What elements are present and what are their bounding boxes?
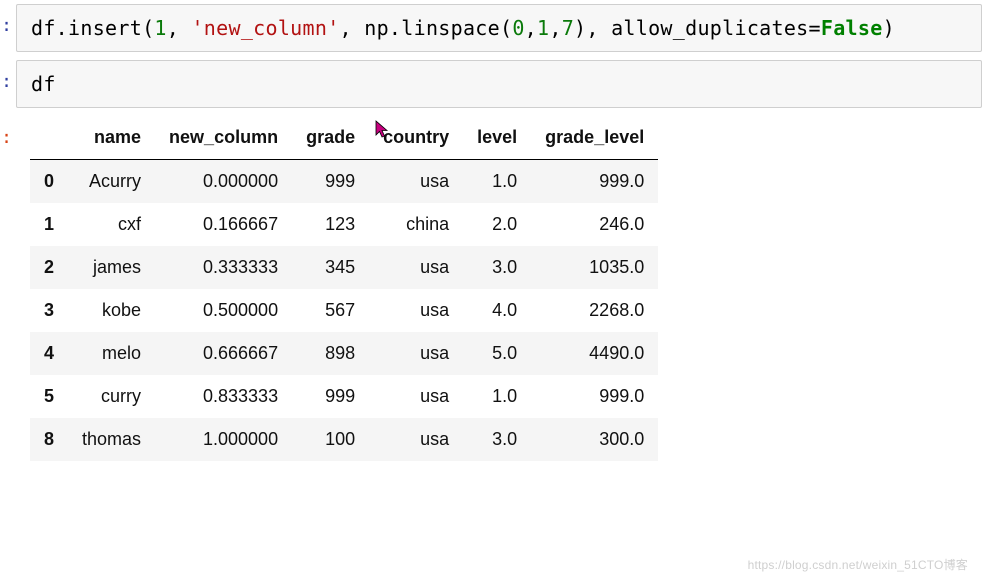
cell-level: 5.0	[463, 332, 531, 375]
watermark-text: https://blog.csdn.net/weixin_51CTO博客	[748, 556, 968, 573]
table-body: 0Acurry0.000000999usa1.0999.01cxf0.16666…	[30, 160, 658, 462]
cell-name: thomas	[68, 418, 155, 461]
in-prompt-1: :	[0, 4, 16, 52]
cell-level: 3.0	[463, 246, 531, 289]
table-row: 1cxf0.166667123china2.0246.0	[30, 203, 658, 246]
cell-level: 3.0	[463, 418, 531, 461]
table-row: 8thomas1.000000100usa3.0300.0	[30, 418, 658, 461]
header-new-column: new_column	[155, 116, 292, 160]
dataframe-table: name new_column grade country level grad…	[30, 116, 658, 461]
cell-new-column: 0.000000	[155, 160, 292, 204]
cell-grade-level: 2268.0	[531, 289, 658, 332]
cell-new-column: 0.333333	[155, 246, 292, 289]
code-text: ,	[549, 16, 561, 40]
cell-level: 4.0	[463, 289, 531, 332]
header-country: country	[369, 116, 463, 160]
table-header-row: name new_column grade country level grad…	[30, 116, 658, 160]
code-cell-2: : df	[0, 60, 982, 108]
header-name: name	[68, 116, 155, 160]
header-grade: grade	[292, 116, 369, 160]
cell-index: 2	[30, 246, 68, 289]
cell-grade: 123	[292, 203, 369, 246]
in-prompt-2: :	[0, 60, 16, 108]
cell-level: 2.0	[463, 203, 531, 246]
cell-name: cxf	[68, 203, 155, 246]
cell-country: usa	[369, 246, 463, 289]
cell-new-column: 0.500000	[155, 289, 292, 332]
cell-country: china	[369, 203, 463, 246]
cell-name: Acurry	[68, 160, 155, 204]
table-row: 2james0.333333345usa3.01035.0	[30, 246, 658, 289]
cell-grade-level: 246.0	[531, 203, 658, 246]
cell-name: kobe	[68, 289, 155, 332]
code-text: df.insert(	[31, 16, 154, 40]
cell-new-column: 1.000000	[155, 418, 292, 461]
out-prompt: :	[0, 116, 16, 461]
cell-grade: 999	[292, 375, 369, 418]
code-text: ,	[167, 16, 192, 40]
cell-grade-level: 300.0	[531, 418, 658, 461]
code-number: 1	[154, 16, 166, 40]
output-area: name new_column grade country level grad…	[16, 116, 982, 461]
table-row: 3kobe0.500000567usa4.02268.0	[30, 289, 658, 332]
code-input-1[interactable]: df.insert(1, 'new_column', np.linspace(0…	[16, 4, 982, 52]
cell-name: curry	[68, 375, 155, 418]
code-number: 1	[537, 16, 549, 40]
code-number: 7	[562, 16, 574, 40]
cell-country: usa	[369, 332, 463, 375]
cell-country: usa	[369, 160, 463, 204]
code-input-2[interactable]: df	[16, 60, 982, 108]
cell-grade: 345	[292, 246, 369, 289]
cell-level: 1.0	[463, 160, 531, 204]
cell-name: james	[68, 246, 155, 289]
table-row: 4melo0.666667898usa5.04490.0	[30, 332, 658, 375]
cell-grade-level: 1035.0	[531, 246, 658, 289]
table-row: 5curry0.833333999usa1.0999.0	[30, 375, 658, 418]
code-text: ), allow_duplicates=	[574, 16, 821, 40]
code-keyword: False	[821, 16, 883, 40]
cell-index: 0	[30, 160, 68, 204]
table-row: 0Acurry0.000000999usa1.0999.0	[30, 160, 658, 204]
code-text: df	[31, 72, 56, 96]
cell-index: 8	[30, 418, 68, 461]
code-text: ,	[340, 16, 365, 40]
notebook-container: : df.insert(1, 'new_column', np.linspace…	[0, 0, 982, 579]
output-cell: : name new_column grade country level gr…	[0, 116, 982, 461]
cell-grade-level: 4490.0	[531, 332, 658, 375]
cell-name: melo	[68, 332, 155, 375]
code-text: ,	[525, 16, 537, 40]
cell-index: 5	[30, 375, 68, 418]
cell-index: 1	[30, 203, 68, 246]
cell-grade: 999	[292, 160, 369, 204]
cell-new-column: 0.166667	[155, 203, 292, 246]
cell-index: 3	[30, 289, 68, 332]
cell-grade-level: 999.0	[531, 160, 658, 204]
cell-grade-level: 999.0	[531, 375, 658, 418]
code-string: 'new_column'	[191, 16, 339, 40]
cell-grade: 100	[292, 418, 369, 461]
cell-level: 1.0	[463, 375, 531, 418]
code-number: 0	[512, 16, 524, 40]
code-cell-1: : df.insert(1, 'new_column', np.linspace…	[0, 4, 982, 52]
cell-country: usa	[369, 418, 463, 461]
cell-index: 4	[30, 332, 68, 375]
cell-country: usa	[369, 375, 463, 418]
cell-grade: 898	[292, 332, 369, 375]
code-text: np.linspace(	[364, 16, 512, 40]
cell-grade: 567	[292, 289, 369, 332]
code-text: )	[883, 16, 895, 40]
cell-new-column: 0.833333	[155, 375, 292, 418]
header-level: level	[463, 116, 531, 160]
header-index	[30, 116, 68, 160]
header-grade-level: grade_level	[531, 116, 658, 160]
cell-new-column: 0.666667	[155, 332, 292, 375]
cell-country: usa	[369, 289, 463, 332]
